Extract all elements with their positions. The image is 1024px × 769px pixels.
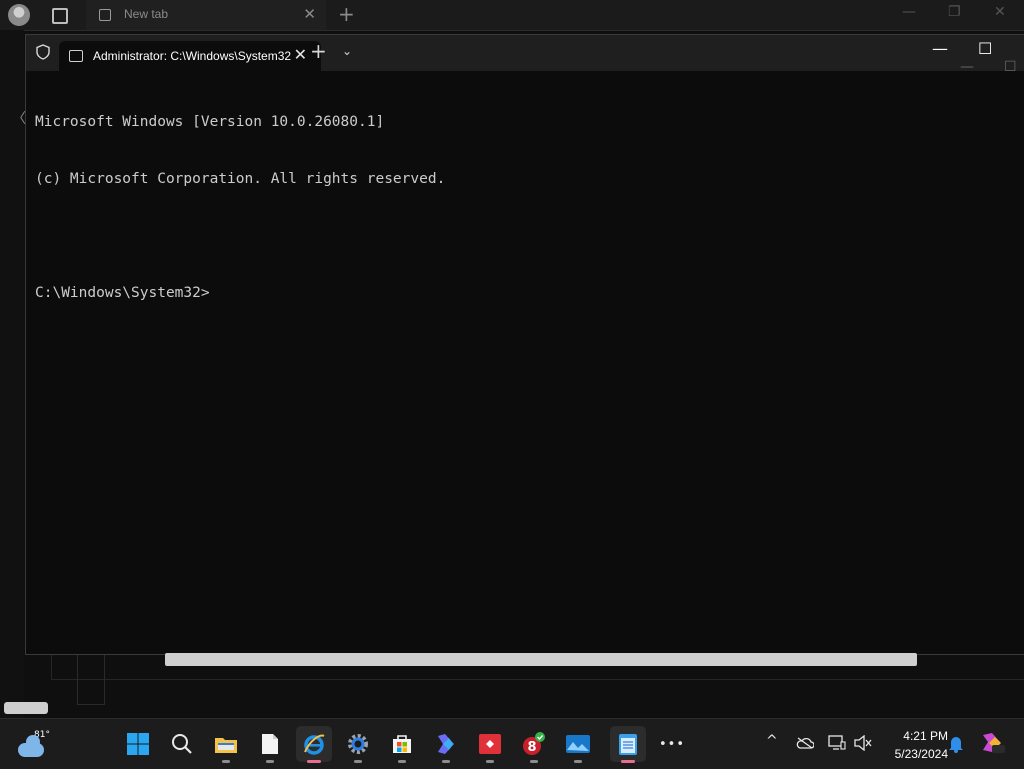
copilot-pro-icon[interactable]: [980, 731, 1006, 759]
weather-widget[interactable]: 81°: [18, 730, 62, 760]
clock-date: 5/23/2024: [894, 747, 948, 761]
shield-badge-icon: 8: [523, 732, 545, 755]
tab-actions-icon[interactable]: [52, 8, 68, 24]
console-line: Microsoft Windows [Version 10.0.26080.1]: [35, 114, 385, 130]
new-tab-favicon-icon: [99, 9, 111, 21]
copilot-icon: [438, 734, 454, 754]
running-indicator: [354, 760, 362, 763]
photos-button[interactable]: [560, 726, 596, 763]
search-icon: [172, 734, 192, 754]
running-indicator: [398, 760, 406, 763]
remote-app-button[interactable]: [472, 726, 508, 763]
terminal-tab-cmd[interactable]: Administrator: C:\Windows\System32\cmd.e…: [59, 41, 321, 71]
start-button[interactable]: [120, 726, 156, 762]
browser-tab-close-button[interactable]: ✕: [303, 5, 316, 23]
file-icon: [262, 734, 278, 754]
tray-overflow-chevron-icon[interactable]: ^: [766, 733, 778, 749]
browser-tab-new-tab[interactable]: New tab ✕: [86, 0, 326, 30]
console-output[interactable]: Microsoft Windows [Version 10.0.26080.1]…: [35, 75, 445, 341]
browser-minimize-button[interactable]: —: [902, 4, 916, 20]
console-prompt: C:\Windows\System32>: [35, 285, 210, 301]
inner-minimize-button[interactable]: —: [960, 59, 974, 75]
onedrive-offline-icon[interactable]: [796, 737, 815, 753]
network-display-icon[interactable]: [828, 735, 846, 755]
more-apps-button[interactable]: •••: [654, 726, 690, 762]
notification-bell-icon[interactable]: [948, 735, 964, 757]
terminal-tab-title: Administrator: C:\Windows\System32\cmd.e…: [93, 49, 291, 63]
browser-titlebar: New tab ✕ + — ❐ ✕: [0, 0, 1024, 31]
svg-text:8: 8: [527, 740, 536, 755]
browser-new-tab-button[interactable]: +: [338, 2, 355, 26]
running-indicator: [530, 760, 538, 763]
terminal-dropdown-button[interactable]: ⌄: [342, 44, 352, 58]
photo-icon: [566, 735, 590, 753]
browser-side-strip: 〈: [0, 30, 26, 718]
terminal-horizontal-scrollbar[interactable]: [165, 653, 917, 666]
side-chevron-icon[interactable]: 〈: [12, 108, 26, 128]
notepad-button[interactable]: [610, 726, 646, 763]
file-button[interactable]: [252, 726, 288, 763]
copilot-button[interactable]: [428, 726, 464, 763]
terminal-window: Administrator: C:\Windows\System32\cmd.e…: [25, 34, 1024, 666]
window-frame-corner: [77, 653, 105, 705]
security-app-button[interactable]: 8: [516, 726, 552, 763]
shield-icon: [36, 44, 50, 60]
folder-icon: [215, 738, 237, 753]
terminal-minimize-button[interactable]: —: [932, 39, 948, 58]
running-indicator: [266, 760, 274, 763]
running-indicator: [222, 760, 230, 763]
file-explorer-button[interactable]: [208, 726, 244, 763]
terminal-new-tab-button[interactable]: +: [310, 39, 327, 63]
cloud-icon: [18, 735, 44, 757]
microsoft-store-button[interactable]: [384, 726, 420, 763]
browser-restore-button[interactable]: ❐: [948, 4, 961, 20]
notepad-icon: [619, 734, 637, 755]
more-icon: •••: [658, 736, 685, 752]
ie-icon: [304, 734, 325, 755]
browser-close-button[interactable]: ✕: [994, 4, 1006, 20]
internet-explorer-button[interactable]: [296, 726, 332, 763]
taskbar: 81° 8 ••• ^ 4:21 PM 5/23/2024: [0, 718, 1024, 769]
store-icon: [393, 735, 411, 753]
running-indicator: [442, 760, 450, 763]
clock-time: 4:21 PM: [903, 729, 948, 743]
profile-avatar[interactable]: [8, 4, 30, 26]
console-line: (c) Microsoft Corporation. All rights re…: [35, 171, 446, 187]
running-indicator: [621, 760, 635, 763]
inner-restore-button[interactable]: ☐: [1004, 59, 1017, 75]
remote-icon: [479, 734, 501, 754]
cmd-icon: [69, 50, 83, 62]
windows-logo-icon: [127, 733, 149, 755]
terminal-maximize-button[interactable]: ☐: [978, 39, 992, 58]
search-button[interactable]: [164, 726, 200, 762]
volume-muted-icon[interactable]: [854, 734, 872, 755]
background-scrollbar[interactable]: [4, 702, 48, 714]
browser-tab-label: New tab: [124, 7, 169, 21]
terminal-titlebar: Administrator: C:\Windows\System32\cmd.e…: [26, 35, 1024, 75]
settings-button[interactable]: [340, 726, 376, 763]
gear-icon: [348, 734, 368, 754]
clock[interactable]: 4:21 PM 5/23/2024: [878, 727, 948, 763]
running-indicator: [574, 760, 582, 763]
running-indicator: [486, 760, 494, 763]
running-indicator: [307, 760, 321, 763]
terminal-tab-close-button[interactable]: ✕: [294, 45, 307, 64]
